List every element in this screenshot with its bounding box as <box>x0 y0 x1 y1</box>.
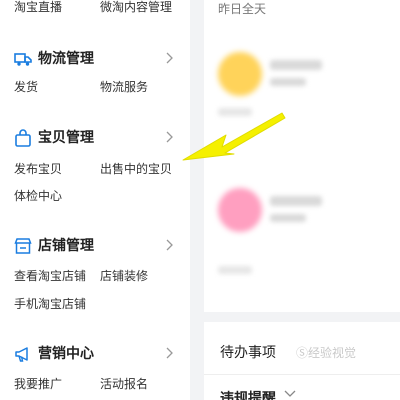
bag-icon <box>15 129 31 147</box>
sidebar: 淘宝直播 微淘内容管理 物流管理 发货 物流服务 宝贝管理 发布宝贝 出售中的宝… <box>0 0 190 400</box>
blurred-text <box>270 78 306 86</box>
blurred-text <box>270 196 322 206</box>
chevron-right-icon[interactable] <box>164 131 174 143</box>
stats-period-label: 昨日全天 <box>218 2 267 16</box>
sidebar-divider <box>190 0 204 400</box>
section-title-logistics[interactable]: 物流管理 <box>38 51 94 67</box>
truck-icon <box>14 53 32 66</box>
blurred-text <box>218 266 252 274</box>
link-ship[interactable]: 发货 <box>14 80 38 94</box>
chevron-right-icon[interactable] <box>164 239 174 251</box>
section-title-marketing[interactable]: 营销中心 <box>38 346 94 362</box>
todo-title: 待办事项 <box>220 345 276 361</box>
section-title-store[interactable]: 店铺管理 <box>38 238 94 254</box>
link-view-store[interactable]: 查看淘宝店铺 <box>14 269 86 283</box>
section-title-products[interactable]: 宝贝管理 <box>38 130 94 146</box>
blurred-text <box>270 60 322 70</box>
avatar <box>218 52 262 96</box>
chevron-right-icon[interactable] <box>164 347 174 359</box>
link-event-signup[interactable]: 活动报名 <box>100 377 148 391</box>
blurred-text <box>218 108 252 116</box>
link-publish-item[interactable]: 发布宝贝 <box>14 162 62 176</box>
blurred-text <box>270 214 306 222</box>
link-store-decoration[interactable]: 店铺装修 <box>100 269 148 283</box>
divider <box>204 374 400 375</box>
megaphone-icon <box>15 347 28 362</box>
violation-title[interactable]: 违规提醒 <box>220 388 276 400</box>
link-taobao-live[interactable]: 淘宝直播 <box>14 0 62 14</box>
avatar <box>218 188 262 232</box>
link-items-on-sale[interactable]: 出售中的宝贝 <box>100 162 172 176</box>
store-icon <box>14 238 32 254</box>
link-mobile-store[interactable]: 手机淘宝店铺 <box>14 297 86 311</box>
link-logistics-service[interactable]: 物流服务 <box>100 80 148 94</box>
chevron-right-icon[interactable] <box>164 52 174 64</box>
link-promote[interactable]: 我要推广 <box>14 377 62 391</box>
watermark: Ⓢ经验视觉 <box>296 346 357 360</box>
link-health-check[interactable]: 体检中心 <box>14 189 62 203</box>
link-weitao-content[interactable]: 微淘内容管理 <box>100 0 172 14</box>
chevron-down-icon[interactable] <box>284 390 296 398</box>
